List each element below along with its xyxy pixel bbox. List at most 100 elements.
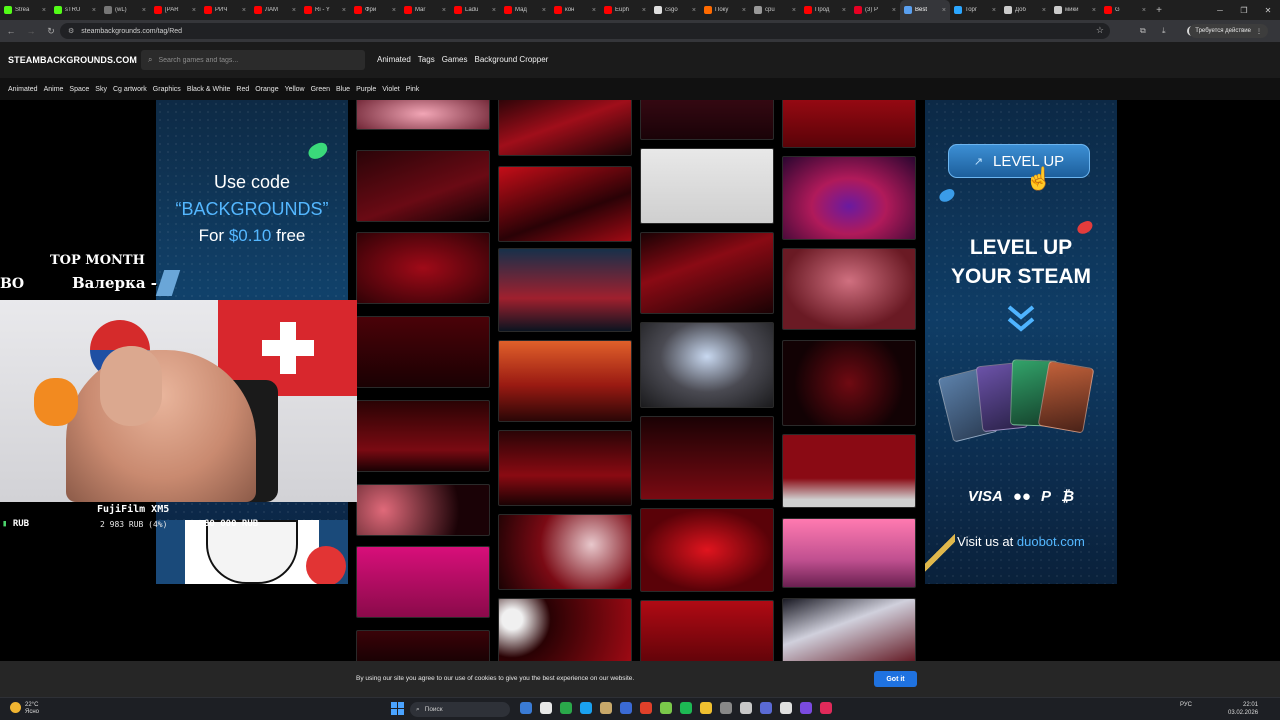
tab-close-icon[interactable]: × [642, 7, 646, 14]
taskbar-app-icon[interactable] [700, 702, 712, 714]
browser-tab[interactable]: cpu × [750, 0, 800, 20]
tab-close-icon[interactable]: × [292, 7, 296, 14]
taskbar-app-icon[interactable] [620, 702, 632, 714]
tab-close-icon[interactable]: × [542, 7, 546, 14]
browser-tab[interactable]: РИЧ × [200, 0, 250, 20]
tab-close-icon[interactable]: × [1042, 7, 1046, 14]
background-thumbnail[interactable] [640, 100, 774, 140]
back-icon[interactable]: ← [2, 22, 20, 40]
clock[interactable]: 22:01 03.02.2026 [1228, 701, 1258, 717]
taskbar-app-icon[interactable] [560, 702, 572, 714]
nav-link[interactable]: Tags [418, 55, 435, 64]
tab-close-icon[interactable]: × [242, 7, 246, 14]
tab-close-icon[interactable]: × [892, 7, 896, 14]
tab-close-icon[interactable]: × [392, 7, 396, 14]
browser-tab[interactable]: sTRU × [50, 0, 100, 20]
background-thumbnail[interactable] [640, 322, 774, 408]
close-window-icon[interactable]: ✕ [1256, 0, 1280, 20]
language-indicator[interactable]: РУС [1180, 702, 1192, 708]
tab-close-icon[interactable]: × [692, 7, 696, 14]
taskbar-app-icon[interactable] [820, 702, 832, 714]
nav-link[interactable]: Animated [377, 55, 411, 64]
background-thumbnail[interactable] [498, 166, 632, 242]
background-thumbnail[interactable] [640, 600, 774, 661]
browser-tab[interactable]: Фри × [350, 0, 400, 20]
taskbar-app-icon[interactable] [580, 702, 592, 714]
tag-link[interactable]: Blue [336, 86, 350, 93]
taskbar-app-icon[interactable] [660, 702, 672, 714]
taskbar-app-icon[interactable] [740, 702, 752, 714]
site-logo[interactable]: STEAMBACKGROUNDS.COM [8, 55, 137, 65]
tag-link[interactable]: Graphics [153, 86, 181, 93]
background-thumbnail[interactable] [356, 484, 490, 536]
browser-tab[interactable]: кон × [550, 0, 600, 20]
background-thumbnail[interactable] [498, 598, 632, 661]
background-thumbnail[interactable] [640, 148, 774, 224]
tab-close-icon[interactable]: × [442, 7, 446, 14]
background-thumbnail[interactable] [356, 546, 490, 618]
browser-tab[interactable]: Торг × [950, 0, 1000, 20]
browser-tab[interactable]: Ladu × [450, 0, 500, 20]
search-box[interactable]: ⌕ [141, 50, 365, 70]
tab-close-icon[interactable]: × [492, 7, 496, 14]
browser-tab[interactable]: csgo × [650, 0, 700, 20]
tag-link[interactable]: Animated [8, 86, 38, 93]
background-thumbnail[interactable] [782, 434, 916, 508]
nav-link[interactable]: Background Cropper [475, 55, 549, 64]
tag-link[interactable]: Orange [255, 86, 278, 93]
tab-close-icon[interactable]: × [142, 7, 146, 14]
browser-tab[interactable]: ЛАМ × [250, 0, 300, 20]
tag-link[interactable]: Anime [44, 86, 64, 93]
downloads-icon[interactable]: ⤓ [1162, 23, 1166, 39]
background-thumbnail[interactable] [640, 508, 774, 592]
browser-tab[interactable]: (wL) × [100, 0, 150, 20]
tab-close-icon[interactable]: × [842, 7, 846, 14]
tag-link[interactable]: Black & White [187, 86, 231, 93]
background-thumbnail[interactable] [498, 340, 632, 422]
browser-tab[interactable]: Прод × [800, 0, 850, 20]
background-thumbnail[interactable] [356, 100, 490, 130]
start-icon[interactable] [391, 702, 404, 715]
taskbar-app-icon[interactable] [680, 702, 692, 714]
background-thumbnail[interactable] [356, 316, 490, 388]
browser-tab[interactable]: Strea × [0, 0, 50, 20]
taskbar-search[interactable]: ⌕ Поиск [410, 702, 510, 717]
background-thumbnail[interactable] [356, 232, 490, 304]
tag-link[interactable]: Green [311, 86, 330, 93]
background-thumbnail[interactable] [356, 630, 490, 661]
site-info-icon[interactable]: ⚙ [68, 27, 74, 35]
background-thumbnail[interactable] [640, 416, 774, 500]
tag-link[interactable]: Sky [95, 86, 107, 93]
tag-link[interactable]: Red [236, 86, 249, 93]
tab-close-icon[interactable]: × [1142, 7, 1146, 14]
restore-icon[interactable]: ❐ [1232, 0, 1256, 20]
tab-close-icon[interactable]: × [592, 7, 596, 14]
new-tab-button[interactable]: + [1150, 5, 1168, 16]
background-thumbnail[interactable] [782, 100, 916, 148]
tab-close-icon[interactable]: × [942, 7, 946, 14]
background-thumbnail[interactable] [640, 232, 774, 314]
tag-link[interactable]: Space [69, 86, 89, 93]
extension-icon[interactable]: ⧉ [1140, 23, 1146, 39]
background-thumbnail[interactable] [356, 400, 490, 472]
minimize-icon[interactable]: ─ [1208, 0, 1232, 20]
tag-link[interactable]: Yellow [285, 86, 305, 93]
tab-close-icon[interactable]: × [192, 7, 196, 14]
tab-close-icon[interactable]: × [792, 7, 796, 14]
taskbar-app-icon[interactable] [760, 702, 772, 714]
taskbar-app-icon[interactable] [640, 702, 652, 714]
reload-icon[interactable]: ↻ [42, 22, 60, 40]
browser-tab[interactable]: Поку × [700, 0, 750, 20]
taskbar-app-icon[interactable] [780, 702, 792, 714]
nav-link[interactable]: Games [442, 55, 468, 64]
required-action-button[interactable]: Требуется действие ⋮ [1189, 24, 1268, 38]
taskbar-app-icon[interactable] [600, 702, 612, 714]
browser-tab[interactable]: Mar × [400, 0, 450, 20]
tag-link[interactable]: Cg artwork [113, 86, 147, 93]
background-thumbnail[interactable] [498, 514, 632, 590]
browser-tab[interactable]: Доб × [1000, 0, 1050, 20]
tab-close-icon[interactable]: × [992, 7, 996, 14]
background-thumbnail[interactable] [782, 518, 916, 588]
tab-close-icon[interactable]: × [342, 7, 346, 14]
browser-tab[interactable]: G × [1100, 0, 1150, 20]
